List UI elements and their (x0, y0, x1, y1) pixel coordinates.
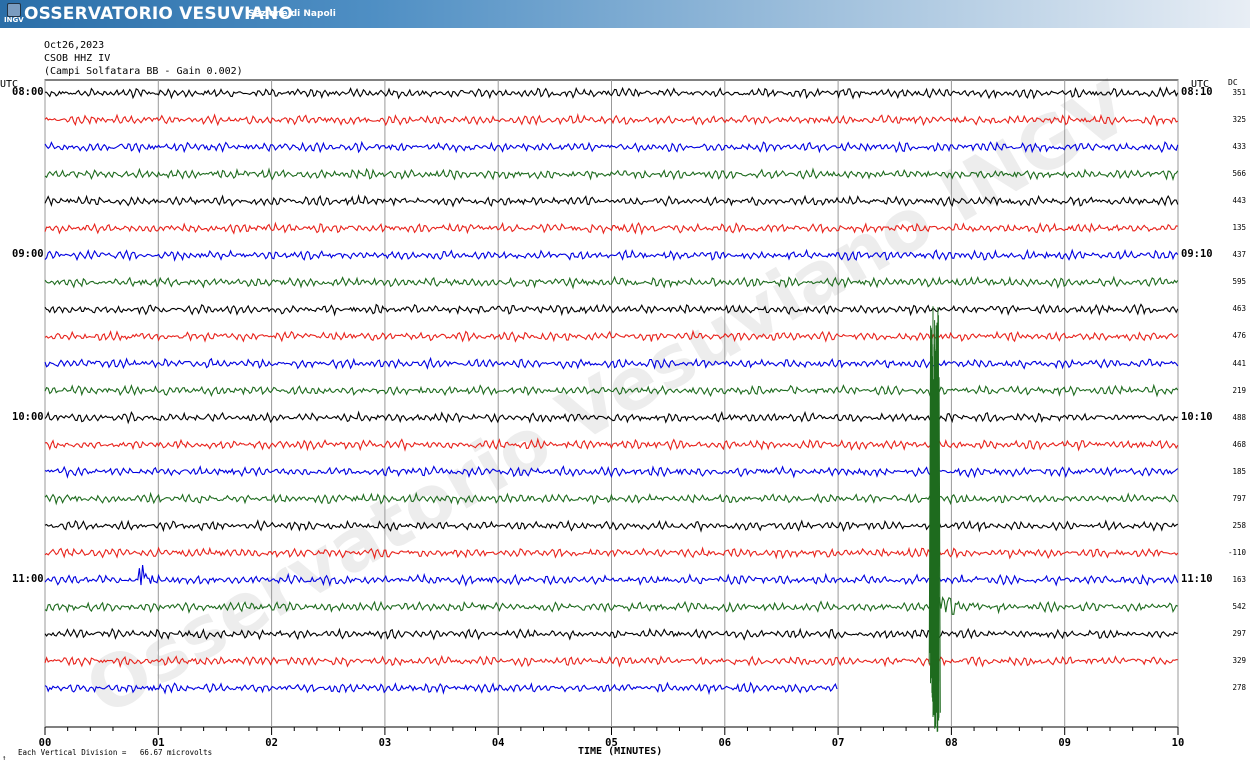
dc-offset-label: -110 (1227, 547, 1246, 557)
dc-offset-label: 219 (1232, 385, 1246, 395)
x-tick-label: 10 (1172, 737, 1185, 749)
left-time-label: 09:00 (12, 248, 44, 261)
dc-offset-label: 185 (1232, 466, 1246, 476)
watermark-text: Osservatorio Vesuviano INGV (72, 65, 1143, 732)
dc-offset-label: 433 (1232, 142, 1246, 152)
dc-offset-label: 595 (1232, 277, 1246, 287)
x-tick-label: 02 (265, 737, 278, 749)
left-time-label: 10:00 (12, 410, 44, 423)
dc-offset-label: 297 (1232, 629, 1246, 638)
earthquake-burst (928, 306, 941, 732)
dc-offset-label: 258 (1232, 520, 1246, 530)
dc-offset-label: 329 (1232, 656, 1246, 666)
left-time-label: 08:00 (12, 86, 44, 98)
dc-offset-label: 566 (1232, 169, 1246, 179)
x-tick-label: 09 (1058, 737, 1071, 749)
right-time-label: 09:10 (1181, 248, 1213, 261)
right-time-label: 10:10 (1181, 410, 1213, 423)
dc-offset-label: 797 (1232, 493, 1246, 503)
x-tick-label: 03 (379, 737, 392, 749)
x-tick-label: 04 (492, 737, 505, 749)
right-time-label: 11:10 (1181, 572, 1213, 585)
dc-offset-label: 325 (1232, 115, 1246, 125)
left-time-label: 11:00 (12, 572, 44, 585)
dc-offset-label: 278 (1232, 683, 1246, 693)
dc-offset-label: 441 (1232, 358, 1246, 368)
dc-offset-label: 468 (1232, 439, 1246, 449)
right-time-label: 08:10 (1181, 86, 1213, 98)
x-tick-label: 06 (718, 737, 731, 749)
footer-mark-icon: ↑ (2, 754, 7, 762)
x-tick-label: 07 (832, 737, 845, 749)
x-axis-title: TIME (MINUTES) (578, 746, 663, 757)
dc-offset-label: 163 (1232, 574, 1246, 584)
x-tick-label: 08 (945, 737, 958, 749)
dc-offset-label: 443 (1232, 196, 1246, 206)
dc-offset-label: 476 (1232, 331, 1246, 341)
vertical-division-note: Each Vertical Division = 66.67 microvolt… (18, 748, 213, 757)
dc-offset-label: 542 (1232, 601, 1246, 611)
dc-offset-label: 437 (1232, 250, 1246, 260)
dc-offset-label: 463 (1232, 304, 1246, 314)
dc-offset-label: 351 (1232, 88, 1246, 97)
helicorder-plot: Osservatorio Vesuviano INGV00 01 02 03 04 05 0… (39, 65, 1185, 749)
dc-offset-label: 488 (1232, 412, 1246, 422)
dc-offset-label: 135 (1232, 223, 1246, 233)
